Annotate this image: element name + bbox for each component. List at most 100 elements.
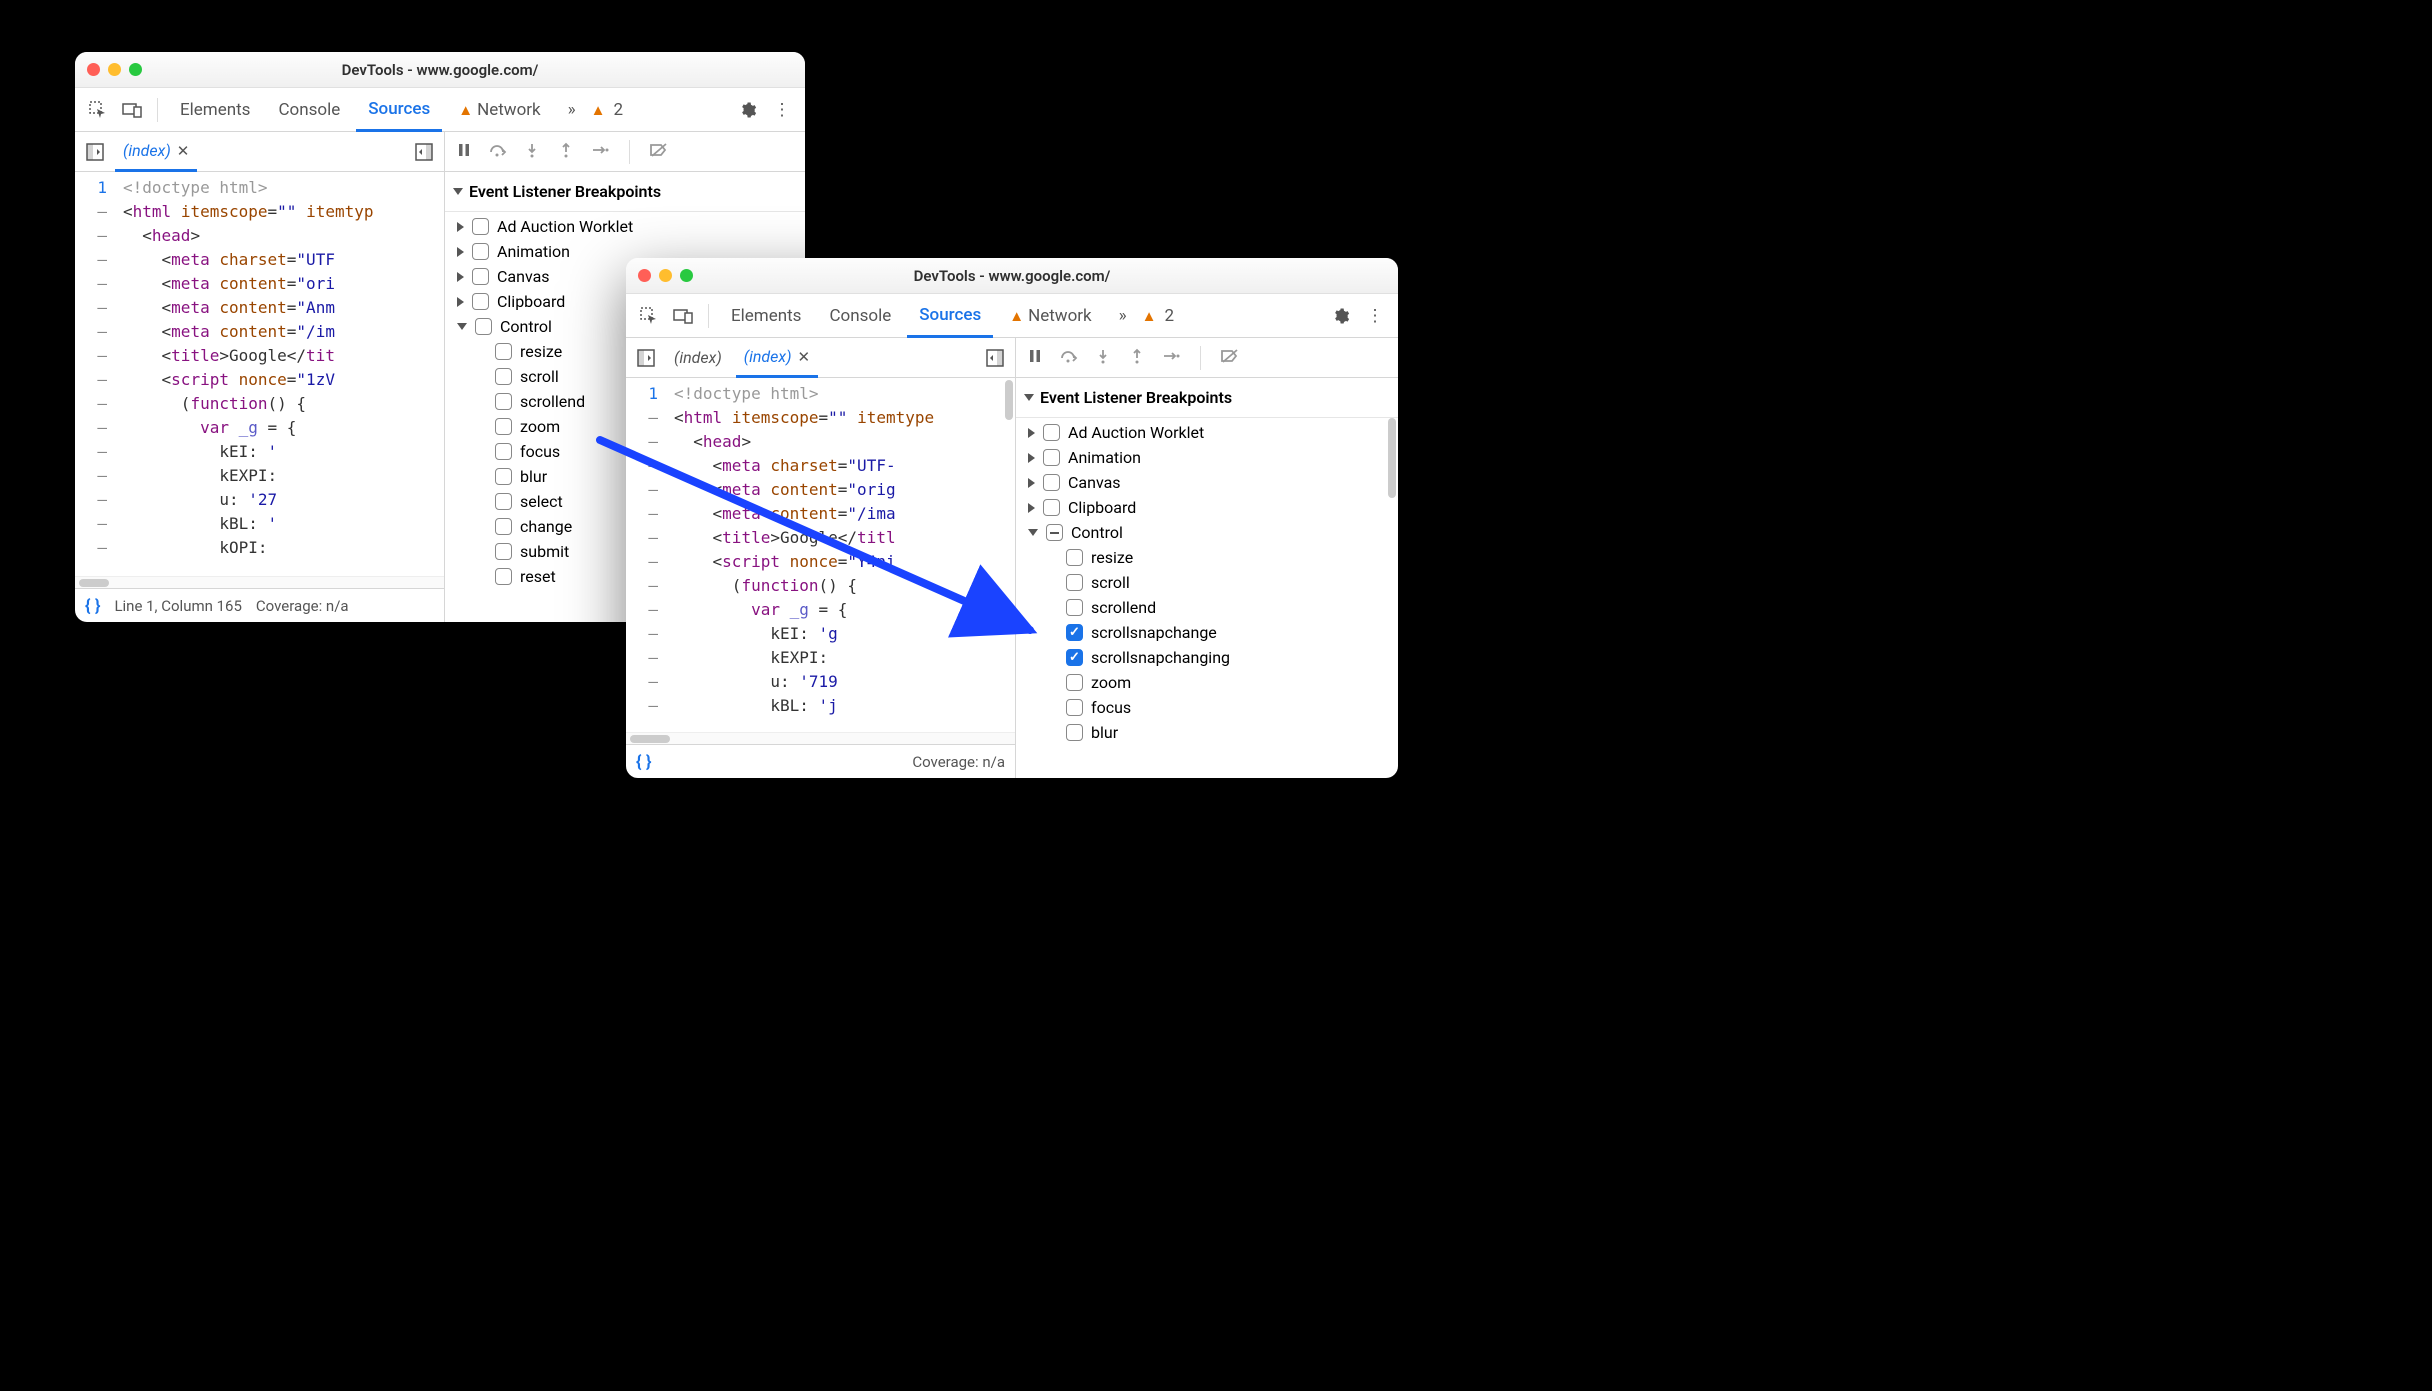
tab-console[interactable]: Console — [266, 88, 352, 132]
step-into-icon[interactable] — [1092, 348, 1114, 368]
code-line[interactable]: <meta charset="UTF- — [670, 454, 934, 478]
code-line[interactable]: <title>Google</tit — [119, 344, 374, 368]
code-line[interactable]: <!doctype html> — [670, 382, 934, 406]
code-line[interactable]: kEI: 'g — [670, 622, 934, 646]
checkbox[interactable] — [495, 418, 512, 435]
code-line[interactable]: <meta content="orig — [670, 478, 934, 502]
bp-item-scrollend[interactable]: scrollend — [1024, 595, 1398, 620]
bp-item-blur[interactable]: blur — [1024, 720, 1398, 745]
titlebar[interactable]: DevTools - www.google.com/ — [75, 52, 805, 88]
code-line[interactable]: kEI: ' — [119, 440, 374, 464]
checkbox[interactable] — [495, 393, 512, 410]
code-line[interactable]: kOPI: — [119, 536, 374, 560]
step-over-icon[interactable] — [1058, 348, 1080, 368]
bp-category-canvas[interactable]: Canvas — [1024, 470, 1398, 495]
bp-category-control[interactable]: Control — [1024, 520, 1398, 545]
code-line[interactable]: (function() { — [670, 574, 934, 598]
checkbox[interactable] — [472, 268, 489, 285]
device-toggle-icon[interactable] — [668, 301, 698, 331]
tab-elements[interactable]: Elements — [168, 88, 262, 132]
checkbox[interactable] — [1066, 674, 1083, 691]
code-line[interactable]: <meta content="Anm — [119, 296, 374, 320]
bp-category-ad-auction-worklet[interactable]: Ad Auction Worklet — [453, 214, 805, 239]
step-icon[interactable] — [589, 143, 611, 161]
checkbox[interactable] — [495, 343, 512, 360]
checkbox[interactable] — [495, 468, 512, 485]
settings-icon[interactable] — [1326, 301, 1356, 331]
close-icon[interactable]: ✕ — [798, 348, 811, 366]
pretty-print-icon[interactable]: { } — [636, 752, 651, 772]
tab-network[interactable]: ▲Network — [446, 88, 552, 132]
code-line[interactable]: <head> — [670, 430, 934, 454]
bp-item-zoom[interactable]: zoom — [1024, 670, 1398, 695]
file-tab-index[interactable]: (index) ✕ — [115, 132, 197, 172]
bp-category-ad-auction-worklet[interactable]: Ad Auction Worklet — [1024, 420, 1398, 445]
bp-item-scrollsnapchanging[interactable]: ✓scrollsnapchanging — [1024, 645, 1398, 670]
bp-category-animation[interactable]: Animation — [1024, 445, 1398, 470]
bp-item-focus[interactable]: focus — [1024, 695, 1398, 720]
code-line[interactable]: <head> — [119, 224, 374, 248]
code-line[interactable]: <meta content="ori — [119, 272, 374, 296]
code-line[interactable]: var _g = { — [119, 416, 374, 440]
code-editor[interactable]: 1——————————————— <!doctype html><html it… — [75, 172, 444, 576]
toggle-debugger-icon[interactable] — [981, 344, 1009, 372]
tab-console[interactable]: Console — [817, 294, 903, 338]
toggle-navigator-icon[interactable] — [81, 138, 109, 166]
code-line[interactable]: <script nonce="Y4ni — [670, 550, 934, 574]
issues-badge[interactable]: ▲2 — [1142, 306, 1174, 326]
code-line[interactable]: <script nonce="1zV — [119, 368, 374, 392]
checkbox[interactable] — [472, 243, 489, 260]
kebab-menu-icon[interactable]: ⋮ — [767, 95, 797, 125]
checkbox[interactable] — [1066, 574, 1083, 591]
code-line[interactable]: <!doctype html> — [119, 176, 374, 200]
horizontal-scrollbar[interactable] — [626, 732, 1015, 744]
deactivate-breakpoints-icon[interactable] — [1219, 348, 1241, 368]
code-line[interactable]: kBL: 'j — [670, 694, 934, 718]
file-tab-index-1[interactable]: (index) — [666, 338, 730, 378]
checkbox[interactable]: ✓ — [1066, 649, 1083, 666]
minimize-window-icon[interactable] — [108, 63, 121, 76]
close-window-icon[interactable] — [87, 63, 100, 76]
inspect-element-icon[interactable] — [83, 95, 113, 125]
checkbox[interactable] — [1043, 449, 1060, 466]
checkbox[interactable] — [1066, 699, 1083, 716]
pause-icon[interactable] — [1024, 348, 1046, 368]
code-line[interactable]: <html itemscope="" itemtyp — [119, 200, 374, 224]
bp-item-resize[interactable]: resize — [1024, 545, 1398, 570]
event-listener-breakpoints-header[interactable]: Event Listener Breakpoints — [1016, 384, 1398, 411]
checkbox[interactable] — [472, 293, 489, 310]
more-tabs-icon[interactable]: » — [1108, 301, 1138, 331]
checkbox[interactable] — [1046, 524, 1063, 541]
tab-sources[interactable]: Sources — [356, 88, 442, 132]
step-out-icon[interactable] — [1126, 348, 1148, 368]
code-line[interactable]: u: '27 — [119, 488, 374, 512]
minimize-window-icon[interactable] — [659, 269, 672, 282]
issues-badge[interactable]: ▲2 — [591, 100, 623, 120]
checkbox[interactable]: ✓ — [1066, 624, 1083, 641]
bp-item-scroll[interactable]: scroll — [1024, 570, 1398, 595]
checkbox[interactable] — [1043, 424, 1060, 441]
checkbox[interactable] — [1066, 549, 1083, 566]
code-editor[interactable]: 1————————————— <!doctype html><html item… — [626, 378, 1015, 732]
checkbox[interactable] — [495, 568, 512, 585]
code-line[interactable]: u: '719 — [670, 670, 934, 694]
toggle-debugger-icon[interactable] — [410, 138, 438, 166]
toggle-navigator-icon[interactable] — [632, 344, 660, 372]
device-toggle-icon[interactable] — [117, 95, 147, 125]
code-line[interactable]: kEXPI: — [670, 646, 934, 670]
code-line[interactable]: <html itemscope="" itemtype — [670, 406, 934, 430]
code-line[interactable]: kEXPI: — [119, 464, 374, 488]
code-line[interactable]: <title>Google</titl — [670, 526, 934, 550]
step-into-icon[interactable] — [521, 142, 543, 162]
deactivate-breakpoints-icon[interactable] — [648, 142, 670, 162]
inspect-element-icon[interactable] — [634, 301, 664, 331]
step-icon[interactable] — [1160, 349, 1182, 367]
tab-sources[interactable]: Sources — [907, 294, 993, 338]
vertical-scrollbar[interactable] — [1388, 418, 1396, 498]
step-over-icon[interactable] — [487, 142, 509, 162]
tab-elements[interactable]: Elements — [719, 294, 813, 338]
step-out-icon[interactable] — [555, 142, 577, 162]
settings-icon[interactable] — [733, 95, 763, 125]
checkbox[interactable] — [1066, 724, 1083, 741]
pretty-print-icon[interactable]: { } — [85, 596, 100, 616]
